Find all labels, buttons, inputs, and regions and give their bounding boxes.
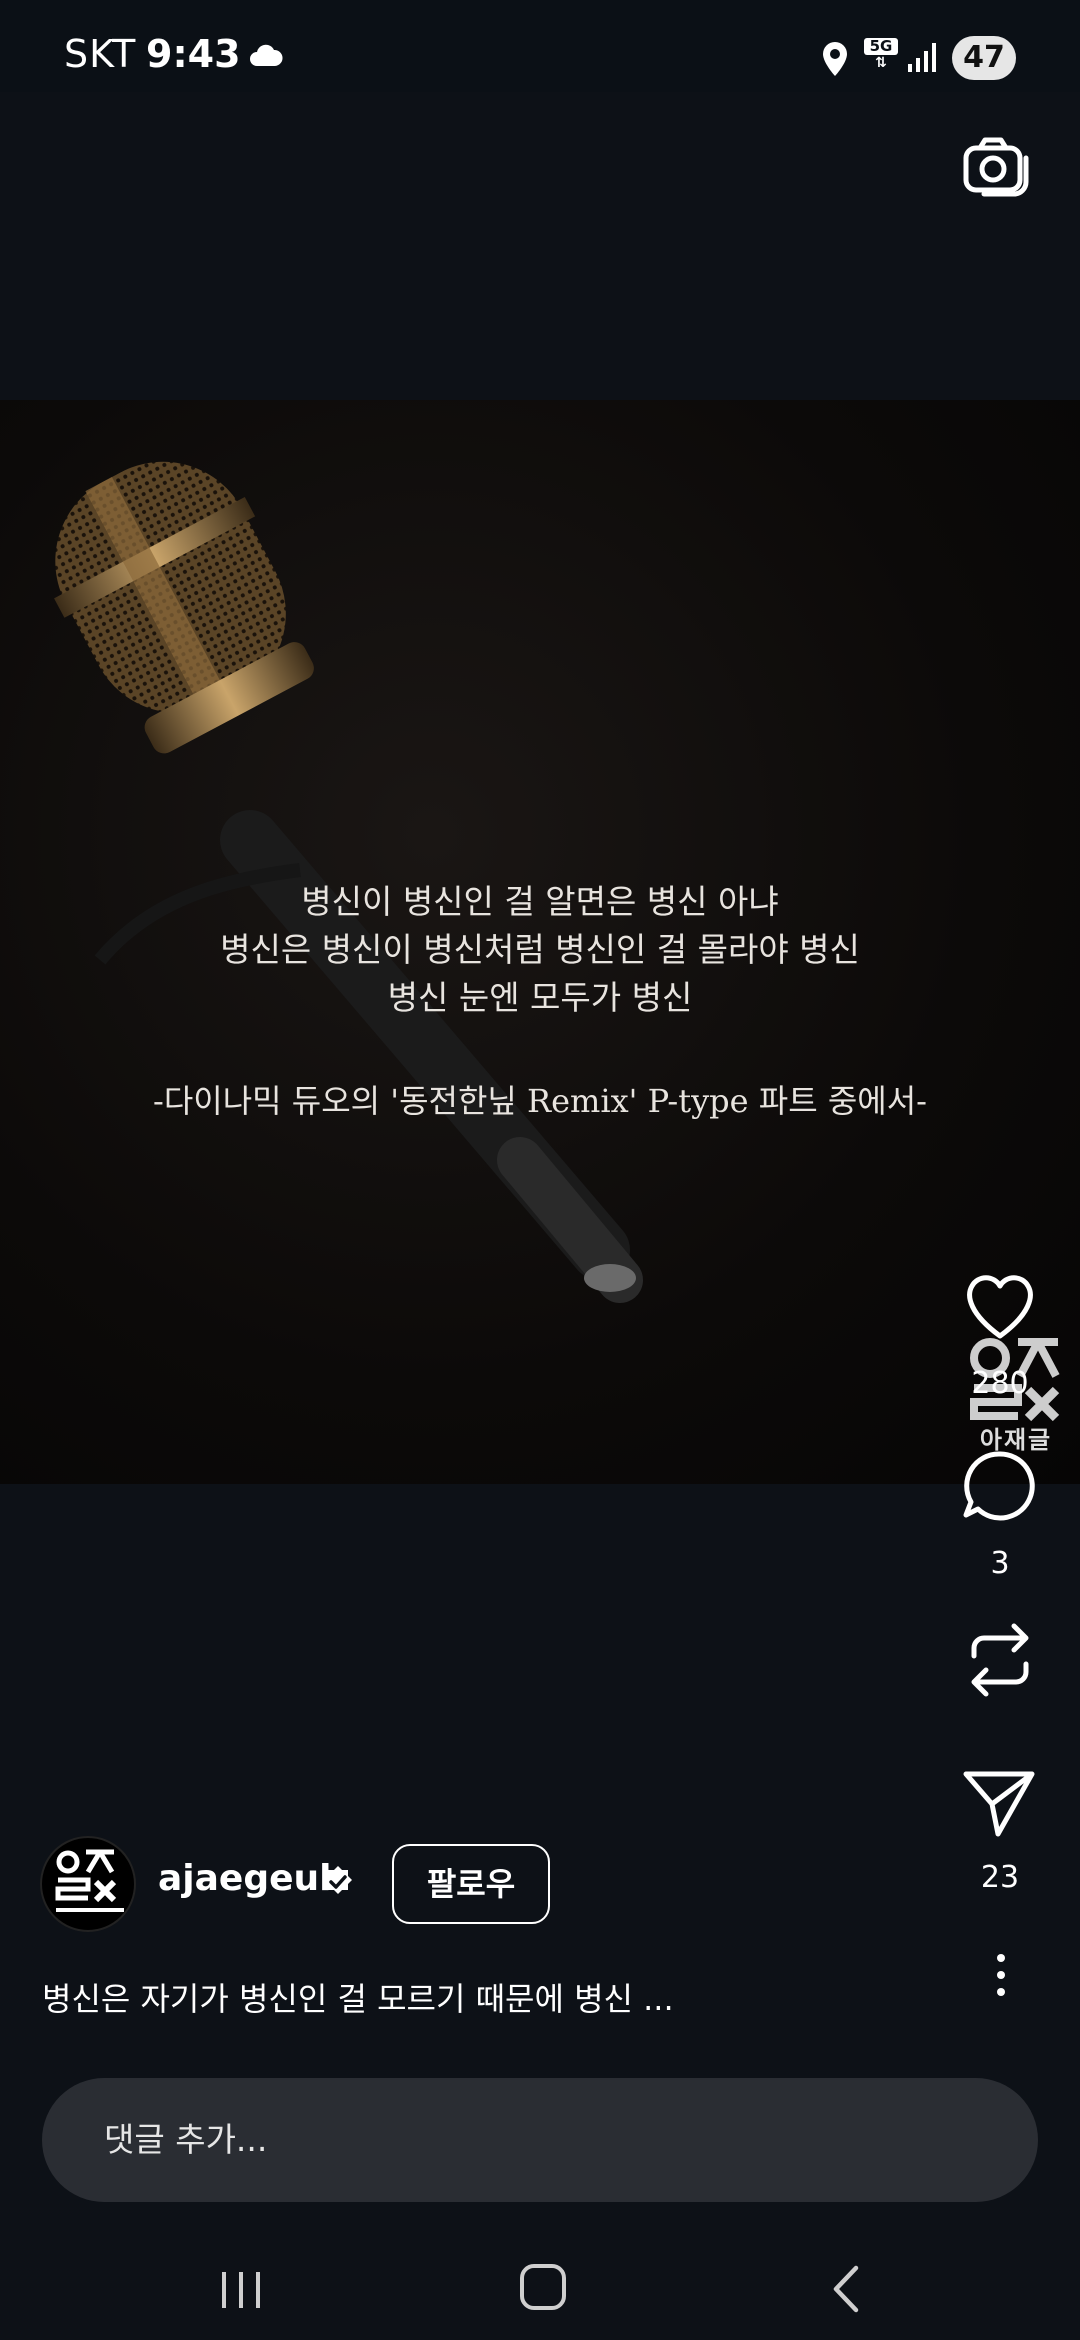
repost-icon[interactable] (960, 1620, 1040, 1700)
cloud-icon (250, 44, 283, 66)
camera-icon[interactable] (962, 136, 1032, 198)
quote-text: 병신이 병신인 걸 알면은 병신 아냐 병신은 병신이 병신처럼 병신인 걸 몰… (0, 878, 1080, 1022)
system-nav-bar (0, 2230, 1080, 2340)
comment-count[interactable]: 3 (940, 1546, 1060, 1581)
clock: 9:43 (146, 32, 241, 76)
microphone-illustration (54, 461, 643, 1303)
quote-line: 병신 눈엔 모두가 병신 (387, 978, 693, 1017)
more-icon[interactable] (984, 1950, 1018, 2000)
recent-apps-icon[interactable] (216, 2268, 266, 2312)
share-count[interactable]: 23 (940, 1860, 1060, 1895)
quote-line: 병신은 병신이 병신처럼 병신인 걸 몰라야 병신 (220, 930, 860, 969)
send-icon[interactable] (960, 1762, 1040, 1842)
network-type: 5G (864, 38, 898, 55)
username[interactable]: ajaegeul (158, 1858, 332, 1899)
battery-indicator: 47 (952, 36, 1016, 80)
verified-badge-icon (324, 1866, 352, 1894)
carrier-label: SKT (64, 32, 137, 76)
avatar[interactable] (40, 1836, 136, 1932)
like-count[interactable]: 280 (940, 1366, 1060, 1401)
quote-line: 병신이 병신인 걸 알면은 병신 아냐 (301, 882, 779, 921)
post-caption[interactable]: 병신은 자기가 병신인 걸 모르기 때문에 병신 ... (42, 1974, 674, 2020)
comment-icon[interactable] (960, 1446, 1040, 1526)
status-bar: SKT 9:43 5G ⇅ 47 (0, 0, 1080, 92)
quote-source: -다이나믹 듀오의 '동전한닢 Remix' P-type 파트 중에서- (153, 1082, 927, 1120)
heart-icon[interactable] (960, 1266, 1040, 1346)
network-indicator: 5G ⇅ (864, 38, 898, 76)
home-icon[interactable] (520, 2264, 566, 2310)
location-icon (823, 42, 847, 76)
signal-icon (908, 43, 936, 72)
comment-input[interactable]: 댓글 추가... (104, 2078, 267, 2202)
back-icon[interactable] (826, 2264, 866, 2314)
follow-button[interactable]: 팔로우 (392, 1844, 550, 1924)
comment-bar[interactable]: 댓글 추가... (42, 2078, 1038, 2202)
post-image[interactable]: 병신이 병신인 걸 알면은 병신 아냐 병신은 병신이 병신처럼 병신인 걸 몰… (0, 400, 1080, 1484)
avatar-logo (55, 1849, 124, 1912)
